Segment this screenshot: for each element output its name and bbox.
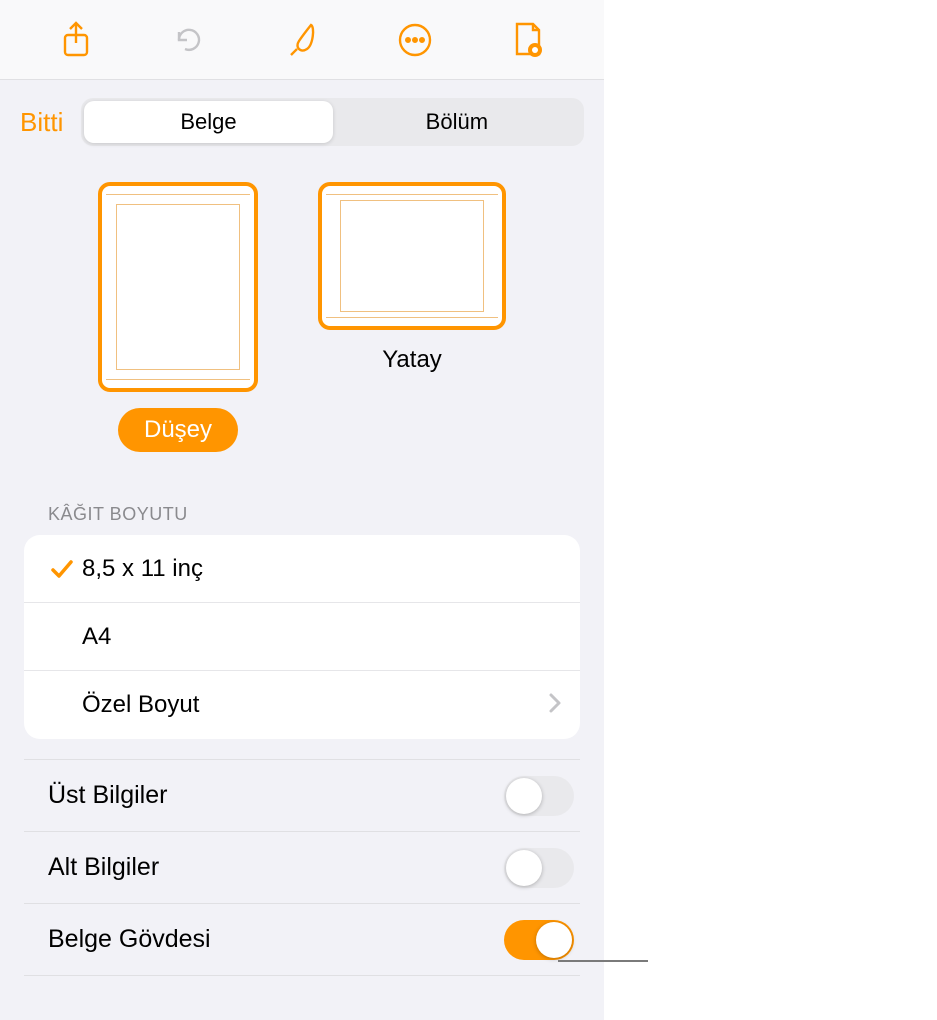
orientation-picker: Düşey Yatay: [0, 158, 604, 468]
portrait-label: Düşey: [118, 408, 238, 452]
paper-size-header: KÂĞIT BOYUTU: [0, 468, 604, 535]
brush-icon[interactable]: [280, 18, 324, 62]
orientation-landscape[interactable]: Yatay: [318, 182, 506, 452]
chevron-right-icon: [548, 692, 562, 719]
paper-size-option-letter[interactable]: 8,5 x 11 inç: [24, 535, 580, 603]
paper-size-label: A4: [82, 623, 562, 651]
toolbar: [0, 0, 604, 80]
callout-line-icon: [558, 960, 648, 962]
callout-area: [604, 0, 937, 1020]
paper-size-option-a4[interactable]: A4: [24, 603, 580, 671]
undo-icon[interactable]: [167, 18, 211, 62]
body-toggle[interactable]: [504, 920, 574, 960]
footers-row: Alt Bilgiler: [24, 832, 580, 904]
paper-size-label: 8,5 x 11 inç: [82, 555, 562, 583]
checkmark-icon: [42, 556, 82, 582]
more-icon[interactable]: [393, 18, 437, 62]
document-view-icon[interactable]: [506, 18, 550, 62]
headers-row: Üst Bilgiler: [24, 760, 580, 832]
portrait-thumbnail-icon: [98, 182, 258, 392]
header-row: Bitti Belge Bölüm: [0, 80, 604, 158]
done-button[interactable]: Bitti: [20, 107, 63, 138]
body-row: Belge Gövdesi: [24, 904, 580, 976]
toggle-group: Üst Bilgiler Alt Bilgiler Belge Gövdesi: [24, 759, 580, 976]
settings-panel: Bitti Belge Bölüm Düşey Yatay KÂĞIT BOYU…: [0, 0, 604, 1020]
paper-size-list: 8,5 x 11 inç A4 Özel Boyut: [24, 535, 580, 739]
footers-label: Alt Bilgiler: [48, 853, 504, 882]
orientation-portrait[interactable]: Düşey: [98, 182, 258, 452]
tab-section[interactable]: Bölüm: [333, 101, 581, 143]
landscape-label: Yatay: [382, 346, 442, 374]
landscape-thumbnail-icon: [318, 182, 506, 330]
segmented-control: Belge Bölüm: [81, 98, 584, 146]
share-icon[interactable]: [54, 18, 98, 62]
paper-size-label: Özel Boyut: [82, 691, 548, 719]
headers-label: Üst Bilgiler: [48, 781, 504, 810]
footers-toggle[interactable]: [504, 848, 574, 888]
headers-toggle[interactable]: [504, 776, 574, 816]
body-label: Belge Gövdesi: [48, 925, 504, 954]
tab-document[interactable]: Belge: [84, 101, 332, 143]
paper-size-option-custom[interactable]: Özel Boyut: [24, 671, 580, 739]
